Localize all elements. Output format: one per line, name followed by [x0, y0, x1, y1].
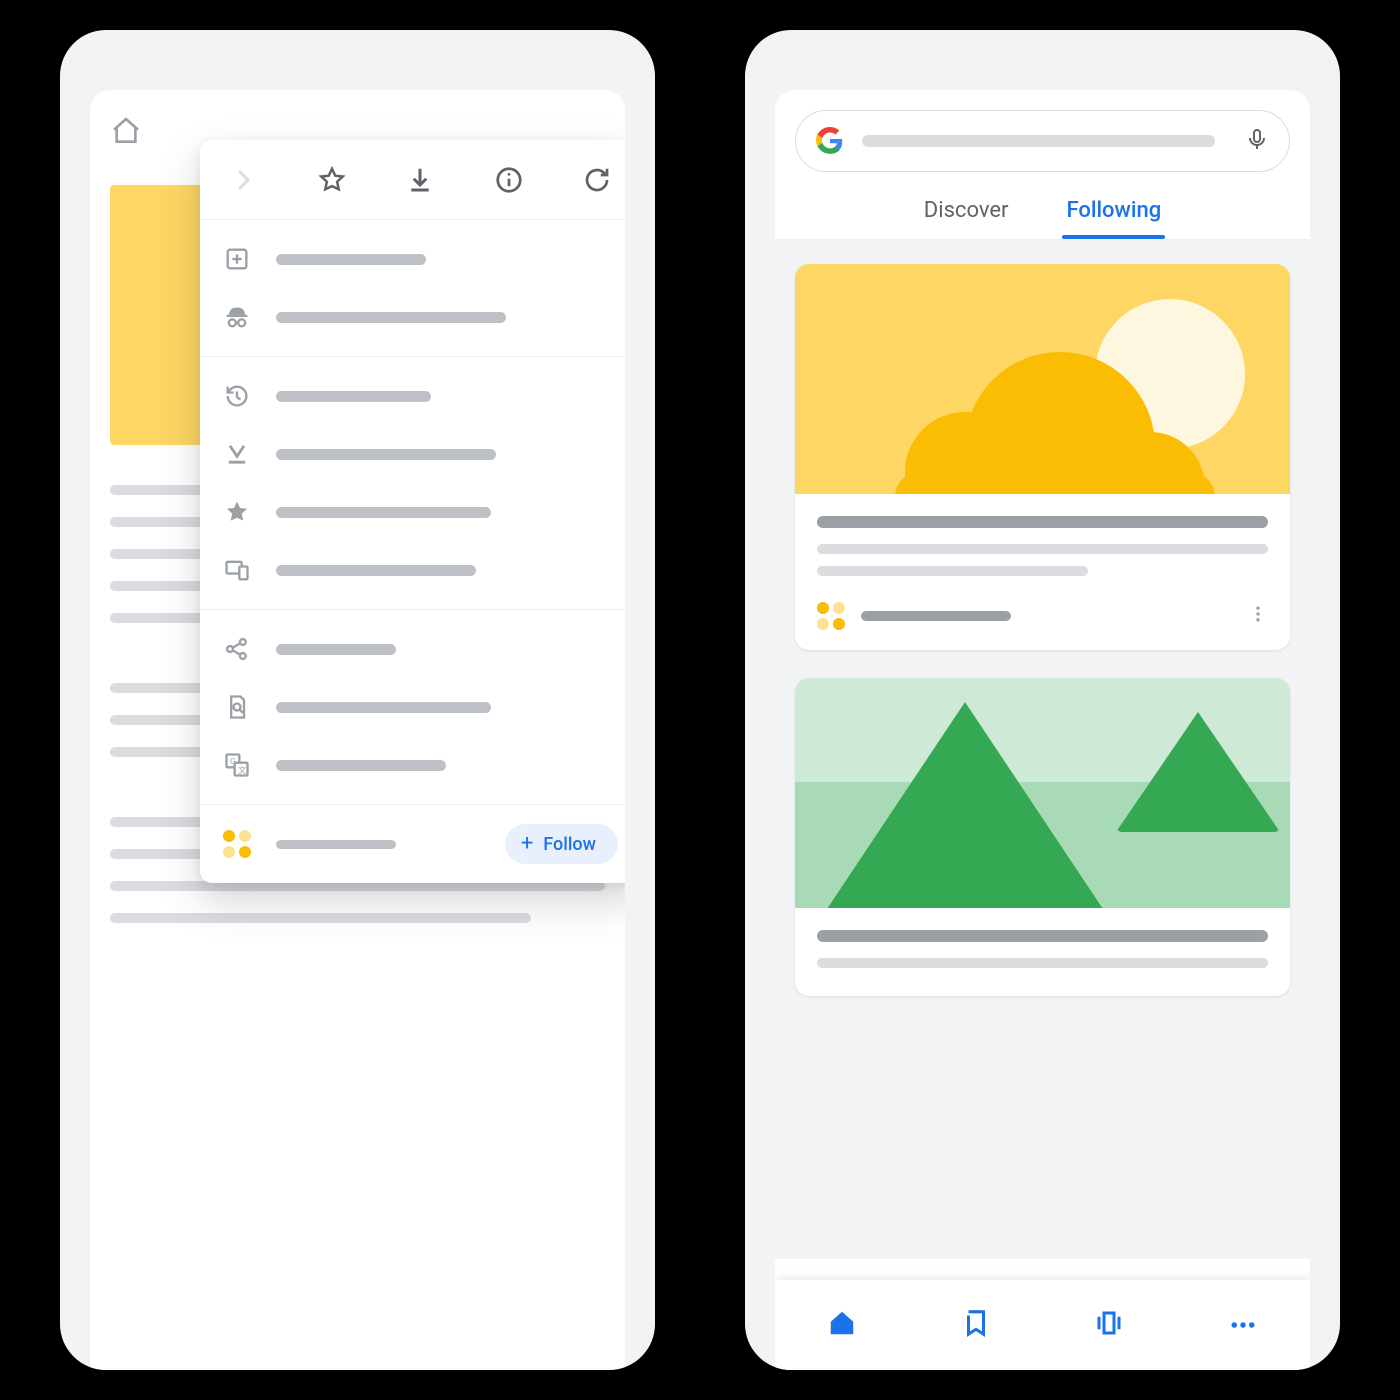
bookmarks-icon[interactable]	[961, 1308, 991, 1342]
more-icon[interactable]	[1228, 1310, 1258, 1340]
menu-item-new-tab[interactable]	[200, 230, 625, 288]
svg-text:文: 文	[238, 765, 246, 775]
svg-text:G: G	[230, 756, 236, 766]
menu-item-find-in-page[interactable]	[200, 678, 625, 736]
downloads-icon	[222, 439, 252, 469]
menu-item-label	[276, 254, 426, 265]
menu-section-library	[200, 357, 625, 610]
publisher-label	[861, 611, 1011, 621]
new-tab-icon	[222, 244, 252, 274]
menu-item-label	[276, 760, 446, 771]
card-image	[795, 264, 1290, 494]
bottom-nav	[775, 1280, 1310, 1370]
feed-tabs: Discover Following	[775, 198, 1310, 239]
search-placeholder	[862, 135, 1215, 147]
feed-card[interactable]	[795, 264, 1290, 650]
publisher-icon	[817, 602, 845, 630]
incognito-icon	[222, 302, 252, 332]
plus-icon: +	[521, 833, 533, 855]
menu-item-recent-tabs[interactable]	[200, 541, 625, 599]
home-icon[interactable]	[827, 1308, 857, 1342]
search-bar[interactable]	[795, 110, 1290, 172]
find-in-page-icon	[222, 692, 252, 722]
menu-item-bookmarks[interactable]	[200, 483, 625, 541]
menu-item-follow-site[interactable]: + Follow	[200, 815, 625, 873]
phone-right: Discover Following	[745, 30, 1340, 1370]
menu-item-label	[276, 565, 476, 576]
card-overflow-icon[interactable]	[1248, 604, 1268, 628]
card-body	[795, 494, 1290, 592]
reload-icon[interactable]	[582, 165, 612, 195]
site-icon	[222, 829, 252, 859]
screen: Discover Following	[775, 90, 1310, 1370]
download-icon[interactable]	[405, 165, 435, 195]
card-footer	[795, 602, 1290, 650]
screen: G文 + Follow	[90, 90, 625, 1370]
star-icon[interactable]	[317, 165, 347, 195]
forward-icon[interactable]	[228, 165, 258, 195]
menu-toolbar	[200, 140, 625, 220]
bookmarks-icon	[222, 497, 252, 527]
menu-item-label	[276, 312, 506, 323]
tab-following[interactable]: Following	[1062, 198, 1165, 239]
translate-icon: G文	[222, 750, 252, 780]
carousel-icon[interactable]	[1094, 1308, 1124, 1342]
history-icon	[222, 381, 252, 411]
menu-item-translate[interactable]: G文	[200, 736, 625, 794]
home-icon[interactable]	[110, 115, 142, 151]
menu-item-downloads[interactable]	[200, 425, 625, 483]
share-icon	[222, 634, 252, 664]
menu-item-label	[276, 702, 491, 713]
google-logo-icon	[816, 127, 844, 155]
menu-item-label	[276, 391, 431, 402]
menu-item-history[interactable]	[200, 367, 625, 425]
mic-icon[interactable]	[1245, 127, 1269, 155]
feed-card[interactable]	[795, 678, 1290, 996]
stage: G文 + Follow	[0, 0, 1400, 1400]
menu-item-label	[276, 644, 396, 655]
menu-section-follow: + Follow	[200, 805, 625, 883]
card-body	[795, 908, 1290, 996]
menu-section-page: G文	[200, 610, 625, 805]
info-icon[interactable]	[494, 165, 524, 195]
device-notch	[1370, 440, 1400, 520]
menu-item-incognito[interactable]	[200, 288, 625, 346]
follow-label: Follow	[543, 834, 596, 855]
tab-discover[interactable]: Discover	[920, 198, 1013, 239]
device-notch	[0, 440, 30, 520]
menu-item-label	[276, 449, 496, 460]
phone-left: G文 + Follow	[60, 30, 655, 1370]
feed[interactable]	[775, 239, 1310, 1259]
device-notch	[0, 240, 30, 400]
card-image	[795, 678, 1290, 908]
follow-button[interactable]: + Follow	[505, 824, 618, 864]
menu-section-tabs	[200, 220, 625, 357]
menu-item-share[interactable]	[200, 620, 625, 678]
menu-item-label	[276, 840, 396, 849]
overflow-menu: G文 + Follow	[200, 140, 625, 883]
device-notch	[1370, 240, 1400, 400]
menu-item-label	[276, 507, 491, 518]
recent-tabs-icon	[222, 555, 252, 585]
